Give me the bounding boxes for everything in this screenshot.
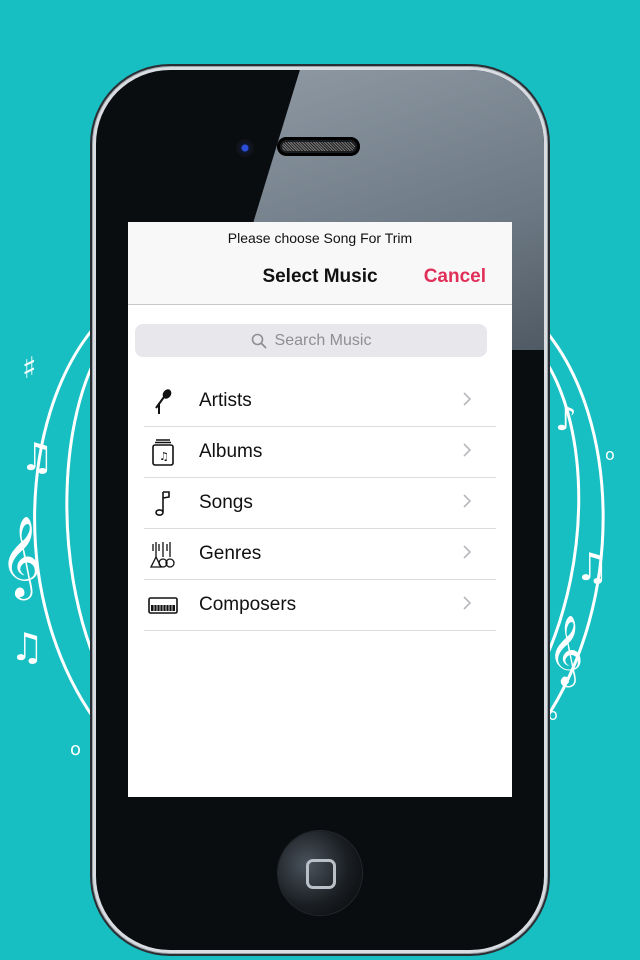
svg-text:o: o	[548, 705, 558, 724]
search-input[interactable]: Search Music	[135, 324, 487, 357]
svg-text:♯: ♯	[22, 351, 37, 386]
search-placeholder: Search Music	[274, 331, 372, 349]
list-item-genres[interactable]: Genres	[144, 529, 496, 580]
svg-text:𝄞: 𝄞	[0, 515, 41, 600]
list-item-albums[interactable]: ♫ Albums	[144, 427, 496, 478]
guitars-icon	[146, 539, 180, 569]
music-note-icon	[146, 488, 180, 518]
cancel-button[interactable]: Cancel	[424, 266, 486, 288]
list-item-label: Composers	[199, 594, 297, 615]
app-screen: Please choose Song For Trim Select Music…	[128, 222, 512, 797]
volume-down-button	[91, 320, 95, 342]
list-item-label: Genres	[199, 543, 262, 564]
chevron-right-icon	[463, 443, 472, 457]
chevron-right-icon	[463, 596, 472, 610]
chevron-right-icon	[463, 545, 472, 559]
music-category-list: Artists ♫ Albums Songs Genres Composers	[144, 376, 496, 631]
microphone-icon	[146, 386, 180, 416]
phone-frame: Please choose Song For Trim Select Music…	[96, 70, 544, 950]
svg-text:𝄞: 𝄞	[548, 615, 583, 687]
mute-switch	[91, 150, 95, 180]
list-item-artists[interactable]: Artists	[144, 376, 496, 427]
list-item-label: Albums	[199, 441, 263, 462]
svg-text:♫: ♫	[159, 450, 169, 463]
earpiece-speaker	[277, 137, 360, 156]
svg-text:♪: ♪	[555, 399, 577, 439]
svg-text:♫: ♫	[20, 435, 54, 479]
chevron-right-icon	[463, 494, 472, 508]
nav-header: Please choose Song For Trim Select Music…	[128, 222, 512, 305]
search-icon	[251, 333, 266, 348]
list-item-composers[interactable]: Composers	[144, 580, 496, 631]
header-subtitle: Please choose Song For Trim	[227, 230, 413, 246]
volume-up-button	[91, 240, 95, 262]
list-item-label: Songs	[199, 492, 253, 513]
home-button[interactable]	[278, 831, 362, 915]
svg-text:o: o	[70, 739, 81, 760]
list-item-label: Artists	[199, 390, 252, 411]
svg-text:♫: ♫	[10, 625, 44, 669]
list-item-songs[interactable]: Songs	[144, 478, 496, 529]
svg-text:o: o	[605, 445, 615, 464]
svg-text:♫: ♫	[575, 545, 609, 589]
chevron-right-icon	[463, 392, 472, 406]
album-stack-icon: ♫	[146, 437, 180, 467]
piano-keyboard-icon	[146, 590, 180, 620]
front-camera	[236, 139, 254, 157]
